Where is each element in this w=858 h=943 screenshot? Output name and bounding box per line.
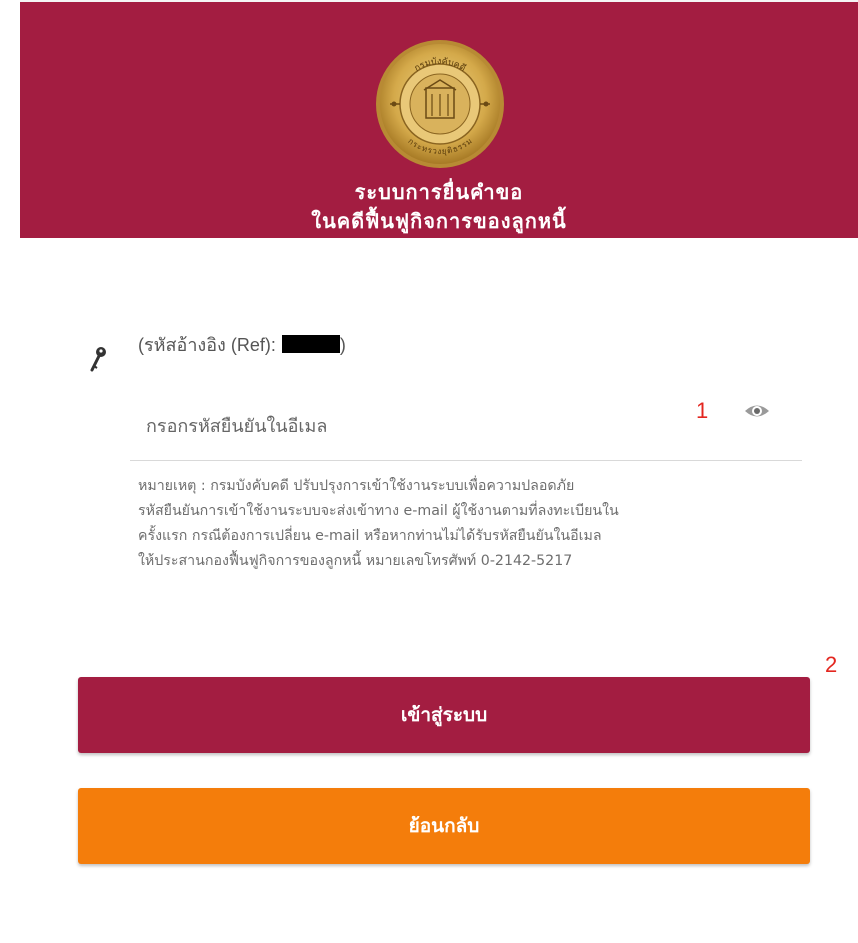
header-title-line-2: ในคดีฟื้นฟูกิจการของลูกหนี้	[311, 209, 567, 233]
login-button[interactable]: เข้าสู่ระบบ	[78, 677, 810, 753]
reference-label-suffix: )	[339, 335, 346, 355]
note-line: ครั้งแรก กรณีต้องการเปลี่ยน e-mail หรือห…	[138, 528, 602, 544]
redacted-reference-code	[281, 335, 340, 353]
note-line: ให้ประสานกองฟื้นฟูกิจการของลูกหนี้ หมายเ…	[138, 553, 573, 569]
note-line: หมายเหตุ : กรมบังคับคดี ปรับปรุงการเข้าใ…	[138, 478, 575, 494]
key-icon	[90, 347, 106, 372]
otp-input[interactable]	[144, 408, 688, 444]
security-note: หมายเหตุ : กรมบังคับคดี ปรับปรุงการเข้าใ…	[138, 474, 818, 574]
note-line: รหัสยืนยันการเข้าใช้งานระบบจะส่งเข้าทาง …	[138, 503, 619, 519]
eye-icon[interactable]	[744, 402, 770, 420]
emblem-icon: กรมบังคับคดี กระทรวงยุติธรรม	[376, 40, 504, 168]
login-page: กรมบังคับคดี กระทรวงยุติธรรม ระบบการยื่น…	[0, 0, 858, 943]
header-title-line-1: ระบบการยื่นคำขอ	[354, 180, 524, 204]
reference-label-prefix: (รหัสอ้างอิง (Ref):	[138, 335, 276, 355]
annotation-marker-1: 1	[696, 398, 709, 423]
annotation-marker-2: 2	[825, 652, 838, 677]
header-banner: กรมบังคับคดี กระทรวงยุติธรรม ระบบการยื่น…	[20, 0, 858, 238]
reference-code-label: (รหัสอ้างอิง (Ref):)	[138, 330, 346, 359]
back-button[interactable]: ย้อนกลับ	[78, 788, 810, 864]
